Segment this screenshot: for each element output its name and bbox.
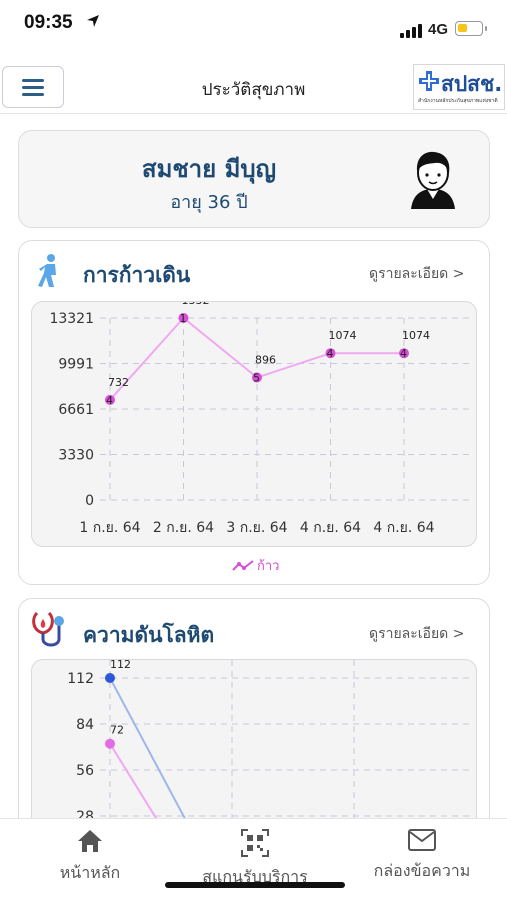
y-tick-label: 3330 [58,448,94,464]
y-tick-label: 56 [76,763,94,779]
logo-subtext: สำนักงานหลักประกันสุขภาพแห่งชาติ [418,98,498,104]
steps-line-chart: 1332199916661333001 ก.ย. 64 2 ก.ย. 64 3 ก.… [49,294,470,536]
nav-home-label: หน้าหลัก [59,863,121,882]
data-label: 4 [327,347,334,360]
nav-scan[interactable]: สแกนรับบริการ [185,829,325,890]
home-indicator [165,882,345,888]
nav-home[interactable]: หน้าหลัก [40,829,140,886]
steps-legend: ก้าว [231,555,279,576]
patient-age: อายุ 36 ปี [170,192,248,213]
legend-line-icon [232,559,254,571]
profile-card: สมชาย มีบุญ อายุ 36 ปี [18,130,490,228]
stethoscope-icon [32,611,64,647]
data-label: 896 [255,354,276,367]
data-label: 4 [400,347,407,360]
x-tick-label: 3 ก.ย. 64 [226,520,287,536]
data-label: 72 [110,724,124,737]
y-tick-label: 0 [85,493,94,509]
qr-code-icon [241,829,269,857]
x-tick-label: 1 ก.ย. 64 [79,520,140,536]
data-label: 112 [110,660,131,671]
location-arrow-icon [87,15,99,27]
battery-icon [455,21,487,36]
legend-label: ก้าว [257,559,280,574]
x-tick-label: 2 ก.ย. 64 [153,520,214,536]
steps-title: การก้าวเดิน [83,263,191,287]
patient-name: สมชาย มีบุญ [141,155,277,183]
y-tick-label: 6661 [58,402,94,418]
data-label: 1074 [329,329,357,342]
steps-card[interactable]: การก้าวเดิน ดูรายละเอียด > 13321 9991 6661… [18,240,490,585]
signal-strength-icon [400,24,422,38]
status-bar: 09:35 4G [0,0,507,50]
network-type: 4G [428,21,449,38]
nav-inbox[interactable]: กล่องข้อความ [362,829,482,884]
data-point [105,738,115,749]
steps-detail-link[interactable]: ดูรายละเอียด > [369,263,464,285]
data-label: 732 [108,376,129,389]
bp-detail-link[interactable]: ดูรายละเอียด > [369,623,464,645]
data-label: 1 [180,312,187,325]
y-tick-label: 84 [76,717,94,733]
data-point [105,673,115,683]
y-tick-label: 112 [67,671,94,687]
x-tick-label: 4 ก.ย. 64 [300,520,361,536]
steps-chart: 13321 9991 6661 3330 0 1 ก.ย. 64 2 ก.ย. 64 3 ก.… [31,294,477,547]
app-header: ประวัติสุขภาพ สปสช. สำนักงานหลักประกันสุ… [0,60,507,114]
x-tick-label: 4 ก.ย. 64 [373,520,434,536]
data-label: 1074 [402,329,430,342]
nhso-logo: สปสช. สำนักงานหลักประกันสุขภาพแห่งชาติ [413,64,505,110]
data-label: 5 [253,372,260,385]
data-label: 4 [106,394,113,407]
bp-title: ความดันโลหิต [83,623,215,647]
data-label: 1332 [182,302,210,307]
mail-icon [408,829,436,851]
status-time: 09:35 [24,12,73,33]
y-tick-label: 13321 [49,311,94,327]
y-tick-label: 9991 [58,357,94,373]
home-icon [78,830,102,852]
nav-inbox-label: กล่องข้อความ [373,861,471,880]
walking-person-icon [38,254,56,287]
avatar [411,151,455,209]
cross-logo-icon [419,71,439,91]
